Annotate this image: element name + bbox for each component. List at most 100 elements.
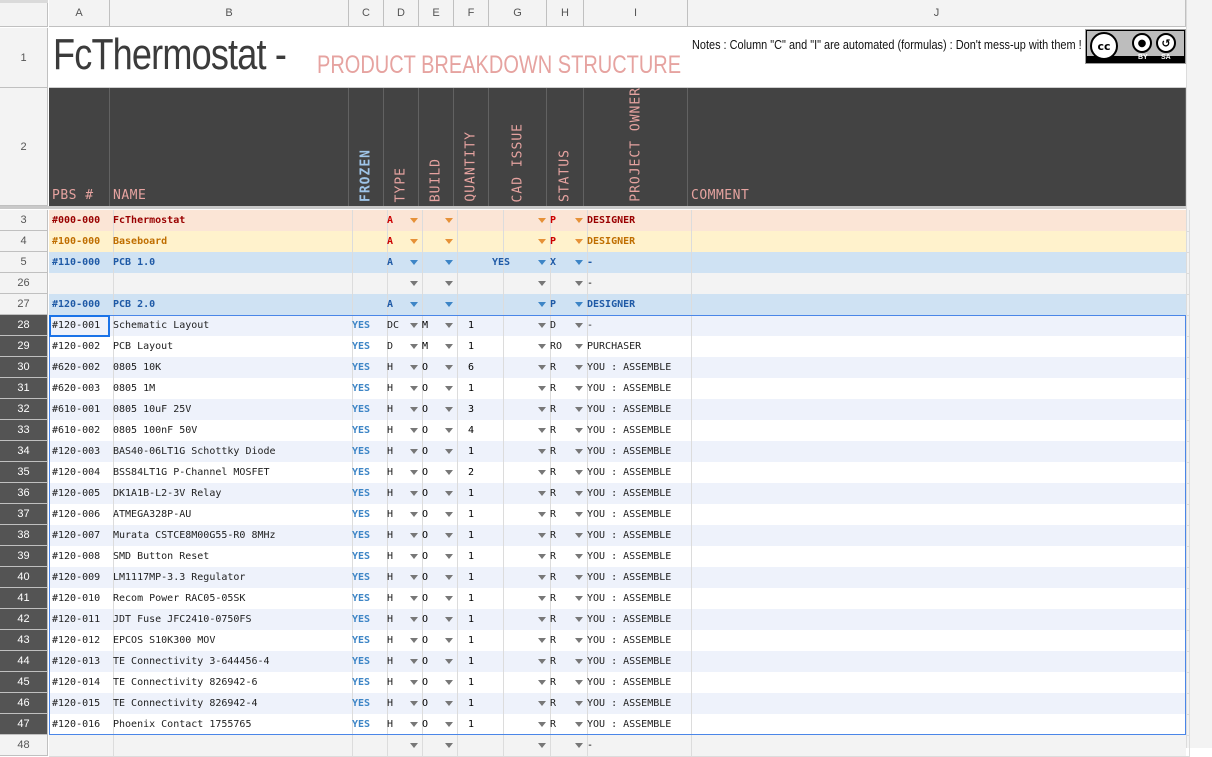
project-owner-cell[interactable]: - [584,315,692,337]
dropdown-arrow-icon[interactable] [538,449,546,454]
status-cell[interactable]: R [547,609,588,631]
status-cell[interactable]: R [547,525,588,547]
frozen-cell[interactable]: YES [349,651,388,673]
dropdown-arrow-icon[interactable] [410,323,418,328]
dropdown-arrow-icon[interactable] [410,701,418,706]
comment-cell[interactable] [688,462,1190,484]
dropdown-arrow-icon[interactable] [538,344,546,349]
project-owner-cell[interactable]: - [584,273,692,295]
dropdown-arrow-icon[interactable] [410,386,418,391]
pbs-cell[interactable]: #610-001 [49,399,114,421]
frozen-cell[interactable]: YES [349,441,388,463]
cad-issue-cell[interactable] [489,315,551,337]
status-cell[interactable]: R [547,651,588,673]
dropdown-arrow-icon[interactable] [575,323,583,328]
build-cell[interactable] [419,210,458,232]
comment-cell[interactable] [688,672,1190,694]
dropdown-arrow-icon[interactable] [538,386,546,391]
dropdown-arrow-icon[interactable] [538,554,546,559]
dropdown-arrow-icon[interactable] [445,659,453,664]
column-header-i[interactable]: I [584,0,688,27]
column-header-a[interactable]: A [49,0,110,27]
row-number[interactable]: 5 [0,252,48,273]
dropdown-arrow-icon[interactable] [445,449,453,454]
dropdown-arrow-icon[interactable] [575,470,583,475]
comment-cell[interactable] [688,714,1190,736]
pbs-cell[interactable]: #120-002 [49,336,114,358]
type-cell[interactable]: H [384,546,423,568]
dropdown-arrow-icon[interactable] [445,575,453,580]
comment-cell[interactable] [688,483,1190,505]
build-cell[interactable]: O [419,441,458,463]
comment-cell[interactable] [688,651,1190,673]
pbs-cell[interactable]: #120-009 [49,567,114,589]
dropdown-arrow-icon[interactable] [445,491,453,496]
status-cell[interactable]: X [547,252,588,274]
dropdown-arrow-icon[interactable] [575,407,583,412]
frozen-rows-divider[interactable] [0,206,1186,209]
dropdown-arrow-icon[interactable] [445,617,453,622]
frozen-cell[interactable]: YES [349,588,388,610]
frozen-cell[interactable]: YES [349,693,388,715]
comment-cell[interactable] [688,588,1190,610]
cad-issue-cell[interactable] [489,714,551,736]
dropdown-arrow-icon[interactable] [538,239,546,244]
row-number[interactable]: 27 [0,294,48,315]
project-owner-cell[interactable]: YOU : ASSEMBLE [584,567,692,589]
build-cell[interactable]: O [419,420,458,442]
header-status[interactable]: STATUS [547,88,584,206]
name-cell[interactable]: Murata CSTCE8M00G55-R0 8MHz [110,525,353,547]
status-cell[interactable] [547,735,588,757]
pbs-cell[interactable]: #120-012 [49,630,114,652]
dropdown-arrow-icon[interactable] [410,470,418,475]
column-header-g[interactable]: G [489,0,547,27]
pbs-cell[interactable]: #120-007 [49,525,114,547]
dropdown-arrow-icon[interactable] [445,407,453,412]
name-cell[interactable]: 0805 10K [110,357,353,379]
comment-cell[interactable] [688,294,1190,316]
dropdown-arrow-icon[interactable] [575,617,583,622]
type-cell[interactable]: H [384,378,423,400]
build-cell[interactable] [419,252,458,274]
type-cell[interactable]: A [384,210,423,232]
dropdown-arrow-icon[interactable] [538,428,546,433]
cad-issue-cell[interactable] [489,567,551,589]
status-cell[interactable]: P [547,294,588,316]
frozen-cell[interactable]: YES [349,672,388,694]
row-number[interactable]: 37 [0,504,48,525]
dropdown-arrow-icon[interactable] [445,470,453,475]
status-cell[interactable]: R [547,378,588,400]
name-cell[interactable]: PCB Layout [110,336,353,358]
type-cell[interactable]: H [384,357,423,379]
row-number[interactable]: 2 [0,88,48,206]
dropdown-arrow-icon[interactable] [538,260,546,265]
project-owner-cell[interactable]: PURCHASER [584,336,692,358]
row-number[interactable]: 34 [0,441,48,462]
dropdown-arrow-icon[interactable] [410,407,418,412]
row-number[interactable]: 26 [0,273,48,294]
pbs-cell[interactable]: #120-001 [49,315,114,337]
dropdown-arrow-icon[interactable] [445,239,453,244]
row-number[interactable]: 43 [0,630,48,651]
dropdown-arrow-icon[interactable] [575,638,583,643]
build-cell[interactable]: O [419,588,458,610]
cad-issue-cell[interactable] [489,546,551,568]
dropdown-arrow-icon[interactable] [538,533,546,538]
cad-issue-cell[interactable] [489,231,551,253]
cad-issue-cell[interactable] [489,441,551,463]
status-cell[interactable]: R [547,567,588,589]
type-cell[interactable]: H [384,609,423,631]
build-cell[interactable] [419,735,458,757]
status-cell[interactable]: R [547,483,588,505]
pbs-cell[interactable]: #610-002 [49,420,114,442]
pbs-cell[interactable] [49,273,114,295]
row-number[interactable]: 48 [0,735,48,756]
dropdown-arrow-icon[interactable] [445,365,453,370]
cad-issue-cell[interactable] [489,483,551,505]
pbs-cell[interactable]: #100-000 [49,231,114,253]
pbs-cell[interactable]: #120-015 [49,693,114,715]
pbs-cell[interactable]: #120-000 [49,294,114,316]
dropdown-arrow-icon[interactable] [575,491,583,496]
name-cell[interactable]: Schematic Layout [110,315,353,337]
dropdown-arrow-icon[interactable] [575,722,583,727]
